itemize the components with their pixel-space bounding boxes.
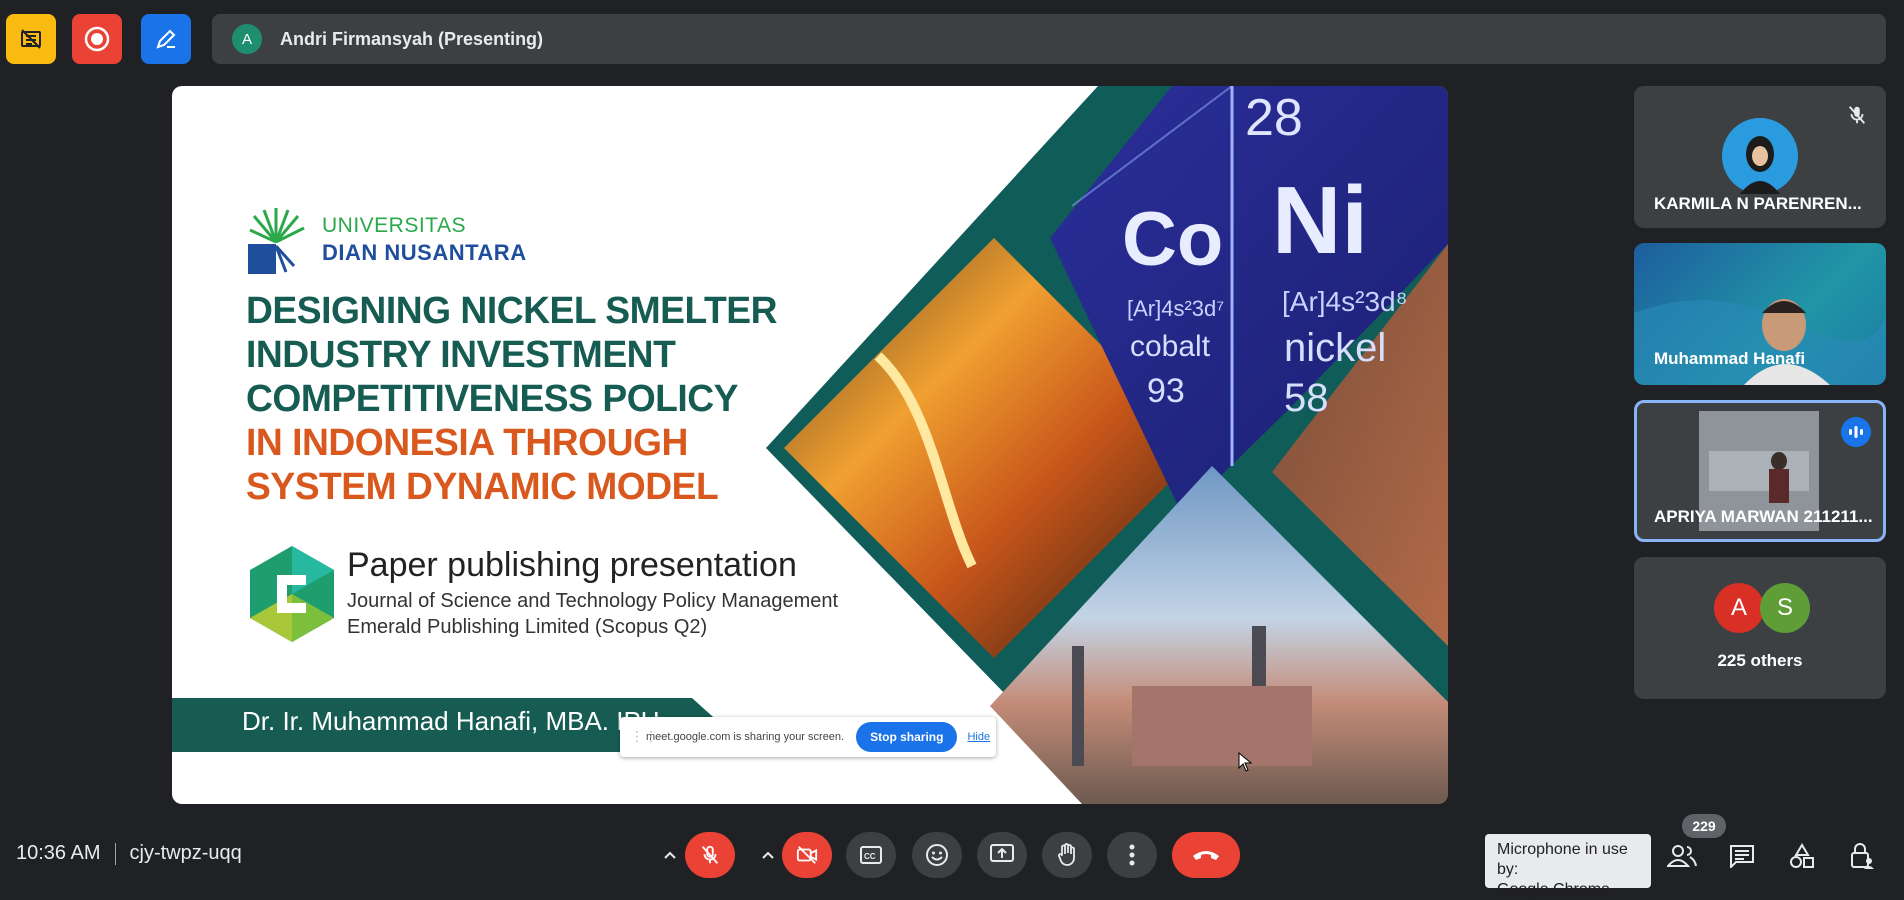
participant-name: APRIYA MARWAN 211211... bbox=[1654, 507, 1873, 526]
raise-hand-button[interactable] bbox=[1042, 832, 1092, 878]
present-screen-icon bbox=[990, 844, 1014, 862]
tooltip-line2: Google Chrome bbox=[1497, 881, 1610, 898]
speaking-indicator-icon bbox=[1841, 417, 1871, 447]
presenter-bar: A Andri Firmansyah (Presenting) bbox=[212, 14, 1886, 64]
chat-icon bbox=[1730, 845, 1754, 868]
participant-name: Muhammad Hanafi bbox=[1654, 349, 1806, 368]
stop-sharing-button[interactable]: Stop sharing bbox=[856, 722, 958, 752]
co-name: cobalt bbox=[1130, 330, 1211, 363]
no-video-icon bbox=[21, 29, 41, 49]
chat-button[interactable] bbox=[1722, 836, 1762, 876]
mic-off-icon bbox=[701, 845, 719, 864]
divider bbox=[114, 842, 116, 865]
ni-name: nickel bbox=[1284, 326, 1387, 370]
avatar-a: A bbox=[1714, 583, 1764, 633]
participant-tile-apriya[interactable]: APRIYA MARWAN 211211... bbox=[1634, 400, 1886, 542]
avatar bbox=[1722, 118, 1798, 194]
slide-subtitle: Paper publishing presentation bbox=[347, 546, 797, 584]
others-count-label: 225 others bbox=[1717, 651, 1803, 670]
co-symbol: Co bbox=[1122, 197, 1224, 282]
reactions-button[interactable] bbox=[912, 832, 962, 878]
presenter-name: Andri Firmansyah (Presenting) bbox=[280, 28, 544, 49]
journal-logo bbox=[250, 546, 334, 642]
activities-button[interactable] bbox=[1782, 836, 1822, 876]
people-button[interactable] bbox=[1662, 836, 1702, 876]
co-config: [Ar]4s²3d⁷ bbox=[1127, 296, 1225, 321]
emoji-icon bbox=[926, 844, 948, 866]
present-button[interactable] bbox=[977, 832, 1027, 878]
audio-options-button[interactable] bbox=[650, 832, 690, 878]
slide-journal: Journal of Science and Technology Policy… bbox=[347, 590, 839, 612]
co-weight: 93 bbox=[1147, 372, 1185, 410]
slide-publisher: Emerald Publishing Limited (Scopus Q2) bbox=[347, 616, 708, 638]
avatar-s: S bbox=[1760, 583, 1810, 633]
recording-button[interactable] bbox=[72, 14, 122, 64]
svg-text:CC: CC bbox=[864, 852, 876, 861]
lock-person-icon bbox=[1851, 843, 1874, 869]
people-count-badge: 229 bbox=[1682, 814, 1726, 838]
university-name-line1: UNIVERSITAS bbox=[322, 214, 466, 237]
ni-weight: 58 bbox=[1284, 376, 1329, 420]
meeting-time: 10:36 AM bbox=[16, 842, 101, 864]
mic-muted-icon bbox=[1848, 106, 1866, 124]
presenter-avatar: A bbox=[232, 24, 262, 54]
ni-symbol: Ni bbox=[1272, 167, 1368, 274]
hand-icon bbox=[1058, 843, 1075, 866]
ni-config: [Ar]4s²3d⁸ bbox=[1282, 286, 1408, 317]
slide-title-line2: INDUSTRY INVESTMENT bbox=[246, 334, 676, 376]
presentation-slide: 28 Ni [Ar]4s²3d⁸ nickel 58 Co [Ar]4s²3d⁷… bbox=[172, 86, 1448, 804]
slide-title-line4: IN INDONESIA THROUGH bbox=[246, 422, 688, 464]
screen-share-popup: ⋮⋮ meet.google.com is sharing your scree… bbox=[620, 717, 996, 757]
whiteboard-button[interactable] bbox=[141, 14, 191, 64]
shapes-icon bbox=[1790, 843, 1814, 868]
phone-hangup-icon bbox=[1193, 851, 1219, 860]
participant-name: KARMILA N PARENREN... bbox=[1654, 194, 1862, 213]
more-options-button[interactable] bbox=[1107, 832, 1157, 878]
university-name-line2: DIAN NUSANTARA bbox=[322, 240, 527, 265]
slide-title-line5: SYSTEM DYNAMIC MODEL bbox=[246, 466, 719, 508]
others-tile[interactable]: A S 225 others bbox=[1634, 557, 1886, 699]
slide-title-line3: COMPETITIVENESS POLICY bbox=[246, 378, 739, 420]
more-vert-icon bbox=[1129, 844, 1135, 866]
tooltip-line1: Microphone in use by: bbox=[1497, 841, 1628, 878]
meeting-info: 10:36 AM cjy-twpz-uqq bbox=[16, 842, 242, 865]
people-icon bbox=[1667, 845, 1697, 867]
record-icon bbox=[84, 26, 110, 52]
leave-call-button[interactable] bbox=[1172, 832, 1240, 878]
chevron-up-icon bbox=[762, 851, 774, 859]
ni-atomic-number: 28 bbox=[1245, 89, 1303, 147]
drag-handle-icon[interactable]: ⋮⋮ bbox=[630, 728, 658, 745]
camera-toggle-button[interactable] bbox=[782, 832, 832, 878]
host-controls-button[interactable] bbox=[1842, 836, 1882, 876]
hide-popup-link[interactable]: Hide bbox=[967, 731, 990, 743]
participant-tile-hanafi[interactable]: Muhammad Hanafi bbox=[1634, 243, 1886, 385]
meeting-code[interactable]: cjy-twpz-uqq bbox=[130, 842, 242, 865]
closed-captions-icon: CC bbox=[860, 846, 882, 864]
hide-self-view-button[interactable] bbox=[6, 14, 56, 64]
camera-off-icon bbox=[796, 846, 818, 864]
participant-tile-karmila[interactable]: KARMILA N PARENREN... bbox=[1634, 86, 1886, 228]
slide-author: Dr. Ir. Muhammad Hanafi, MBA. IPU bbox=[242, 706, 660, 736]
pen-icon bbox=[156, 29, 176, 49]
slide-title-line1: DESIGNING NICKEL SMELTER bbox=[246, 290, 778, 332]
participant-photo bbox=[1740, 136, 1780, 194]
chevron-up-icon bbox=[664, 851, 676, 859]
share-popup-text: meet.google.com is sharing your screen. bbox=[646, 731, 845, 743]
captions-button[interactable]: CC bbox=[846, 832, 896, 878]
microphone-toggle-button[interactable] bbox=[685, 832, 735, 878]
microphone-in-use-tooltip: Microphone in use by: Google Chrome bbox=[1485, 834, 1651, 898]
mouse-cursor-icon bbox=[1238, 752, 1252, 772]
university-logo bbox=[248, 208, 305, 274]
